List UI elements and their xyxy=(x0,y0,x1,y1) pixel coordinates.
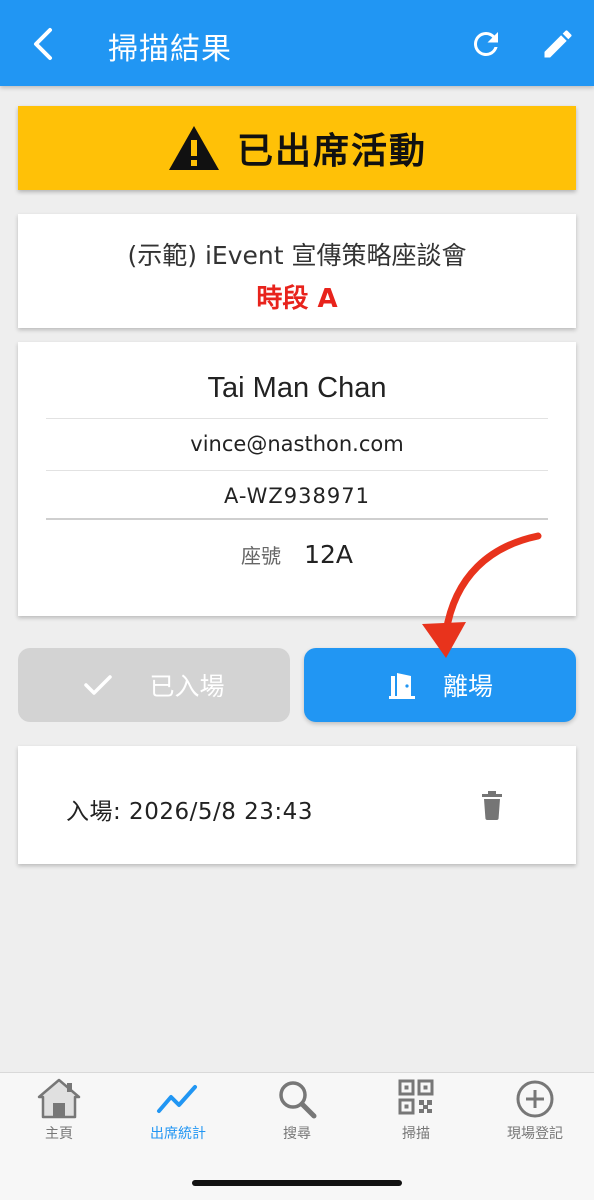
refresh-icon[interactable] xyxy=(468,26,504,62)
nav-label: 掃描 xyxy=(402,1126,430,1142)
search-icon xyxy=(279,1081,317,1119)
nav-label: 搜尋 xyxy=(283,1126,311,1142)
nav-item-home[interactable]: 主頁 xyxy=(0,1077,118,1149)
edit-pencil-icon[interactable] xyxy=(540,26,576,62)
entered-button-label: 已入場 xyxy=(149,672,225,701)
event-name: (示範) iEvent 宣傳策略座談會 xyxy=(127,241,467,270)
attendance-status-banner: 已出席活動 xyxy=(18,106,576,190)
attendee-code: A-WZ938971 xyxy=(224,484,370,508)
nav-label: 主頁 xyxy=(45,1126,73,1142)
home-indicator[interactable] xyxy=(192,1180,402,1186)
event-session: 時段 A xyxy=(256,284,338,314)
entry-log-item: 入場: 2026/5/8 23:43 xyxy=(66,799,313,825)
exit-button-label: 離場 xyxy=(442,672,493,701)
app-bar: 掃描結果 xyxy=(0,0,594,86)
seat-info: 座號 12A xyxy=(18,540,576,569)
check-icon xyxy=(84,675,113,695)
entry-log-card: 入場: 2026/5/8 23:43 xyxy=(18,746,576,864)
page-title: 掃描結果 xyxy=(108,32,232,67)
attendee-name: Tai Man Chan xyxy=(207,372,387,404)
nav-item-search[interactable]: 搜尋 xyxy=(238,1077,356,1149)
warning-icon xyxy=(168,126,219,170)
home-icon xyxy=(37,1078,81,1119)
seat-value: 12A xyxy=(304,540,353,569)
nav-label: 出席統計 xyxy=(150,1126,206,1142)
trending-icon xyxy=(157,1085,197,1113)
add-circle-icon xyxy=(516,1080,554,1118)
door-exit-icon xyxy=(388,673,415,699)
divider xyxy=(46,518,548,520)
back-arrow-icon[interactable] xyxy=(26,24,62,64)
nav-item-scan[interactable]: 掃描 xyxy=(357,1077,475,1149)
qr-code-icon xyxy=(398,1079,434,1115)
attendee-email: vince@nasthon.com xyxy=(190,432,404,456)
attendee-card: Tai Man Chan vince@nasthon.com A-WZ93897… xyxy=(18,342,576,616)
divider xyxy=(46,470,548,471)
trash-icon[interactable] xyxy=(480,790,504,820)
nav-label: 現場登記 xyxy=(507,1126,563,1142)
seat-label: 座號 xyxy=(240,544,281,568)
divider xyxy=(46,418,548,419)
exit-button[interactable]: 離場 xyxy=(304,648,576,722)
entered-button[interactable]: 已入場 xyxy=(18,648,290,722)
nav-item-onsite-registration[interactable]: 現場登記 xyxy=(476,1077,594,1149)
nav-item-attendance-stats[interactable]: 出席統計 xyxy=(119,1077,237,1149)
event-card: (示範) iEvent 宣傳策略座談會 時段 A xyxy=(18,214,576,328)
banner-text: 已出席活動 xyxy=(236,131,427,172)
